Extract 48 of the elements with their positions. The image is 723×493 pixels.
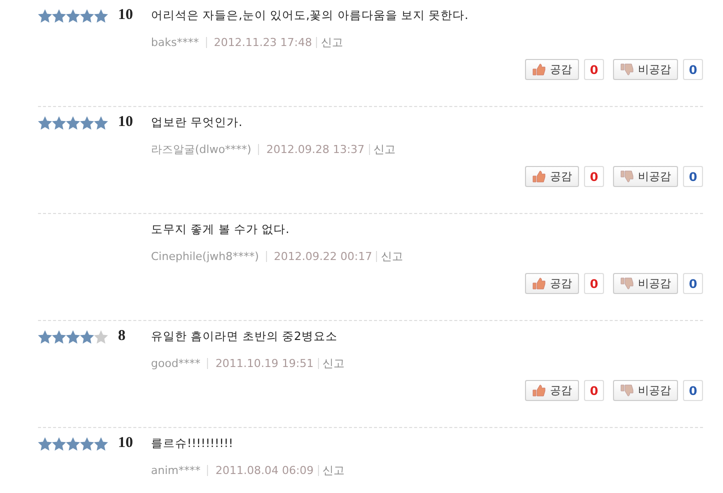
review-date: 2012.09.28 13:37 xyxy=(266,142,365,156)
agree-count: 0 xyxy=(584,166,604,187)
disagree-count: 0 xyxy=(683,380,703,401)
report-link[interactable]: 신고 xyxy=(321,34,344,50)
report-link[interactable]: 신고 xyxy=(381,248,404,264)
agree-button[interactable]: 공감 xyxy=(525,59,579,80)
agree-button[interactable]: 공감 xyxy=(525,380,579,401)
username: anim**** xyxy=(151,464,200,476)
thumbs-up-icon xyxy=(532,384,546,397)
agree-count: 0 xyxy=(584,273,604,294)
review-text: 도무지 좋게 볼 수가 없다. xyxy=(151,222,290,237)
thumbs-down-icon xyxy=(620,277,634,290)
username: baks**** xyxy=(151,36,199,48)
review-date: 2011.10.19 19:51 xyxy=(215,356,314,370)
report-link[interactable]: 신고 xyxy=(374,142,396,156)
review-text: 어리석은 자들은,눈이 있어도,꽃의 아름다움을 보지 못한다. xyxy=(151,8,468,23)
disagree-count: 0 xyxy=(683,166,703,187)
agree-button[interactable]: 공감 xyxy=(525,166,579,187)
thumbs-up-icon xyxy=(532,170,546,183)
score: 10 xyxy=(118,7,134,24)
disagree-count: 0 xyxy=(683,59,703,80)
disagree-button[interactable]: 비공감 xyxy=(613,166,678,187)
thumbs-up-icon xyxy=(532,277,546,290)
disagree-button[interactable]: 비공감 xyxy=(613,380,678,401)
score: 10 xyxy=(118,114,134,131)
report-link[interactable]: 신고 xyxy=(322,462,345,478)
review-date: 2012.11.23 17:48 xyxy=(214,36,312,48)
username: Cinephile(jwh8****) xyxy=(151,250,259,262)
report-link[interactable]: 신고 xyxy=(322,356,345,370)
thumbs-up-icon xyxy=(532,63,546,76)
thumbs-down-icon xyxy=(620,384,634,397)
agree-count: 0 xyxy=(584,59,604,80)
review-date: 2011.08.04 06:09 xyxy=(215,464,314,476)
thumbs-down-icon xyxy=(620,170,634,183)
agree-count: 0 xyxy=(584,380,604,401)
review-text: 유일한 흠이라면 초반의 중2병요소 xyxy=(151,329,338,344)
username: 라즈알굴(dlwo****) xyxy=(151,142,252,156)
disagree-count: 0 xyxy=(683,273,703,294)
review-date: 2012.09.22 00:17 xyxy=(274,250,372,262)
agree-button[interactable]: 공감 xyxy=(525,273,579,294)
review-text: 를르슈!!!!!!!!!! xyxy=(151,436,234,451)
username: good**** xyxy=(151,356,200,370)
thumbs-down-icon xyxy=(620,63,634,76)
disagree-button[interactable]: 비공감 xyxy=(613,273,678,294)
score: 8 xyxy=(118,328,126,345)
review-text: 업보란 무엇인가. xyxy=(151,115,242,130)
disagree-button[interactable]: 비공감 xyxy=(613,59,678,80)
score: 10 xyxy=(118,435,134,452)
